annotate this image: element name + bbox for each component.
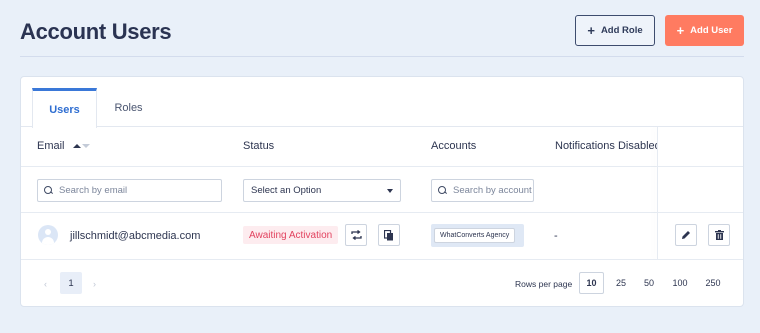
plus-icon: + <box>587 23 595 38</box>
column-header-accounts: Accounts <box>431 140 477 152</box>
status-select[interactable]: Select an Option <box>243 179 401 202</box>
add-user-button[interactable]: + Add User <box>665 15 744 46</box>
sort-asc-icon[interactable] <box>72 144 90 148</box>
resend-invite-button[interactable] <box>345 224 367 246</box>
edit-icon <box>682 231 690 239</box>
pagination-bar: ‹ 1 › Rows per page 10 25 50 100 250 <box>21 259 743 306</box>
page-title: Account Users <box>20 19 172 44</box>
column-header-email-label: Email <box>37 140 65 152</box>
rows-per-page-option-250[interactable]: 250 <box>700 272 726 294</box>
row-email: jillschmidt@abcmedia.com <box>70 230 201 242</box>
account-tag-container: WhatConverts Agency <box>431 224 524 247</box>
chevron-right-icon[interactable]: › <box>93 279 96 289</box>
status-select-value: Select an Option <box>251 185 322 196</box>
header-row-divider <box>21 166 743 167</box>
status-badge: Awaiting Activation <box>243 226 339 244</box>
tab-roles[interactable]: Roles <box>101 88 156 127</box>
row-notifications-disabled: - <box>554 230 558 242</box>
chevron-down-icon <box>387 188 393 193</box>
users-card: Users Roles Email Status Accounts Notifi… <box>20 76 744 307</box>
search-icon <box>438 186 447 195</box>
account-chip[interactable]: WhatConverts Agency <box>434 228 516 243</box>
header-divider <box>20 56 744 57</box>
rows-per-page-label: Rows per page <box>515 279 573 289</box>
add-role-label: Add Role <box>600 25 643 36</box>
add-role-button[interactable]: + Add Role <box>575 15 655 46</box>
account-search-input[interactable] <box>453 185 533 196</box>
resend-icon <box>350 230 362 240</box>
email-search-field[interactable] <box>37 179 222 202</box>
account-search-field[interactable] <box>431 179 534 202</box>
sticky-column-divider <box>657 127 658 259</box>
tab-users[interactable]: Users <box>32 88 97 128</box>
rows-per-page-option-50[interactable]: 50 <box>638 272 660 294</box>
filter-row-divider <box>21 212 743 213</box>
plus-icon: + <box>676 23 685 38</box>
edit-user-button[interactable] <box>675 224 697 246</box>
rows-per-page-option-25[interactable]: 25 <box>610 272 632 294</box>
column-header-email[interactable]: Email <box>37 140 90 152</box>
user-avatar-icon <box>38 225 58 245</box>
sort-down-arrow <box>81 144 90 148</box>
page-header: Account Users + Add Role + Add User <box>0 0 760 58</box>
email-search-input[interactable] <box>59 185 221 196</box>
delete-icon <box>714 230 724 240</box>
search-icon <box>44 186 53 195</box>
copy-icon <box>384 229 393 240</box>
add-user-label: Add User <box>690 25 733 36</box>
column-header-notifications: Notifications Disabled <box>555 140 657 152</box>
page-number-current[interactable]: 1 <box>60 272 82 294</box>
copy-link-button[interactable] <box>378 224 400 246</box>
chevron-left-icon[interactable]: ‹ <box>44 279 47 289</box>
tab-bar: Users Roles <box>21 77 743 128</box>
rows-per-page-option-100[interactable]: 100 <box>667 272 693 294</box>
column-header-status: Status <box>243 140 275 152</box>
delete-user-button[interactable] <box>708 224 730 246</box>
rows-per-page-option-10[interactable]: 10 <box>579 272 604 294</box>
sort-up-arrow <box>72 144 81 148</box>
